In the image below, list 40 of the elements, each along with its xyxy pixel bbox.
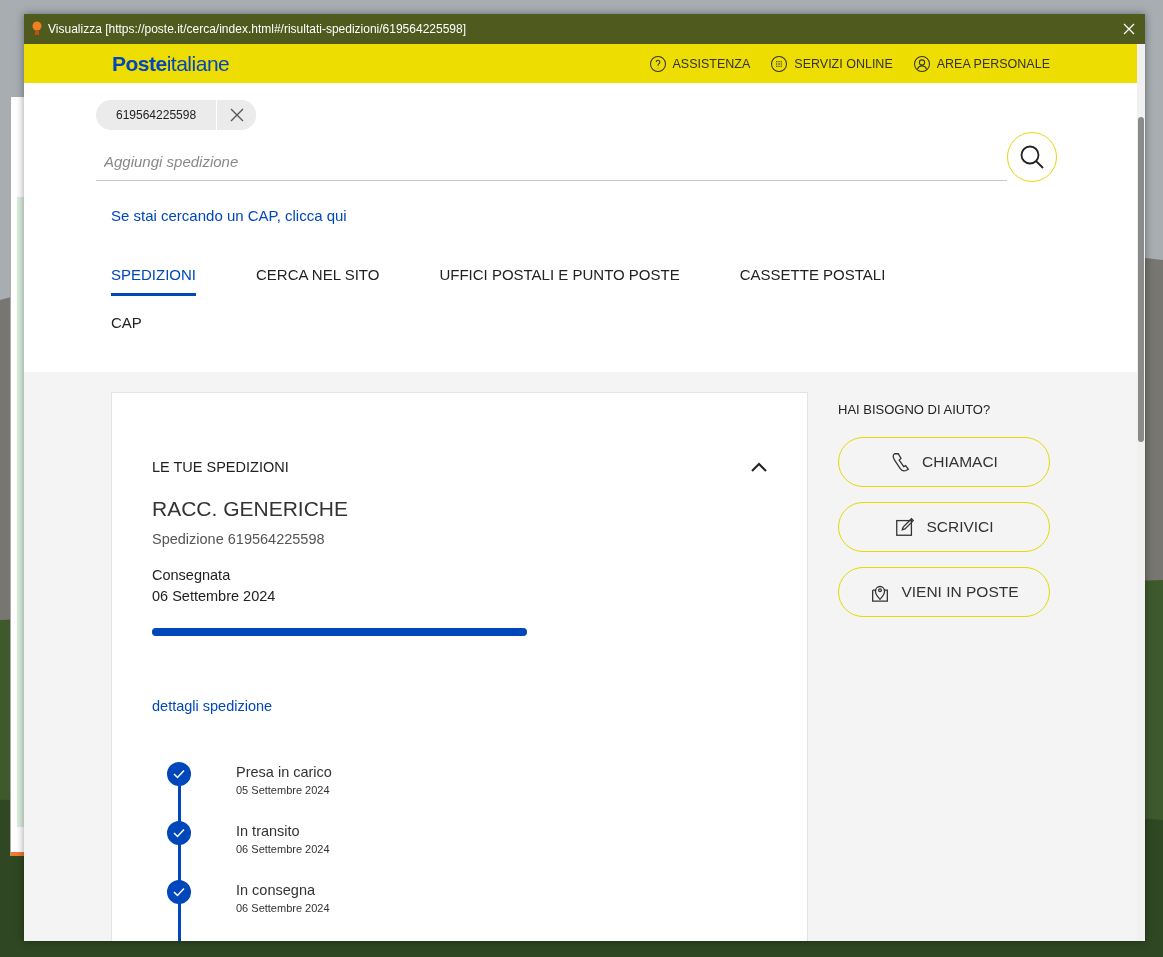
scrollbar[interactable] bbox=[1137, 44, 1145, 941]
scrollbar-thumb[interactable] bbox=[1138, 117, 1144, 442]
step-label: In transito bbox=[236, 823, 301, 839]
tab[interactable]: SPEDIZIONI bbox=[111, 248, 196, 296]
section-title: LE TUE SPEDIZIONI bbox=[152, 459, 289, 475]
help-button[interactable]: VIENI IN POSTE bbox=[838, 567, 1050, 617]
header-link[interactable]: SERVIZI ONLINE bbox=[770, 54, 893, 73]
shipment-status: Consegnata bbox=[152, 567, 232, 583]
cap-link[interactable]: Se stai cercando un CAP, clicca qui bbox=[111, 207, 347, 224]
search-icon bbox=[1019, 144, 1045, 170]
search-button[interactable] bbox=[1007, 132, 1057, 182]
logo[interactable]: Posteitaliane bbox=[112, 51, 629, 76]
shipment-type: RACC. GENERICHE bbox=[152, 497, 350, 521]
help-title: HAI BISOGNO DI AIUTO? bbox=[838, 402, 992, 417]
window-title: Visualizza [https://poste.it/cerca/index.html#/risultati-spedizioni/619564225598] bbox=[48, 22, 468, 36]
tab[interactable]: CASSETTE POSTALI bbox=[739, 248, 886, 296]
chip-text: 619564225598 bbox=[115, 107, 198, 124]
tab[interactable]: CAP bbox=[111, 296, 142, 344]
step-label: In consegna bbox=[236, 882, 316, 898]
help-button[interactable]: SCRIVICI bbox=[838, 502, 1050, 552]
tab[interactable]: UFFICI POSTALI E PUNTO POSTE bbox=[439, 248, 680, 296]
close-icon bbox=[229, 108, 244, 122]
close-button[interactable] bbox=[1121, 21, 1137, 37]
header-link[interactable]: AREA PERSONALE bbox=[912, 54, 1050, 73]
user-icon bbox=[912, 54, 931, 73]
edit-icon bbox=[894, 516, 917, 538]
shipment-number: Spedizione 619564225598 bbox=[152, 531, 326, 547]
header-link[interactable]: ASSISTENZA bbox=[648, 54, 751, 73]
step-label: Presa in carico bbox=[236, 764, 332, 780]
step-date: 06 Settembre 2024 bbox=[236, 843, 330, 855]
help-icon bbox=[648, 54, 667, 73]
status-date: 06 Settembre 2024 bbox=[152, 588, 277, 604]
collapse-button[interactable] bbox=[751, 462, 767, 472]
step-date: 06 Settembre 2024 bbox=[236, 902, 330, 914]
details-link[interactable]: dettagli spedizione bbox=[152, 698, 273, 714]
lightbulb-icon bbox=[32, 21, 42, 37]
grid-icon bbox=[770, 54, 789, 73]
step-date: 05 Settembre 2024 bbox=[236, 784, 331, 796]
help-button[interactable]: CHIAMACI bbox=[838, 437, 1050, 487]
tab[interactable]: CERCA NEL SITO bbox=[256, 248, 380, 296]
